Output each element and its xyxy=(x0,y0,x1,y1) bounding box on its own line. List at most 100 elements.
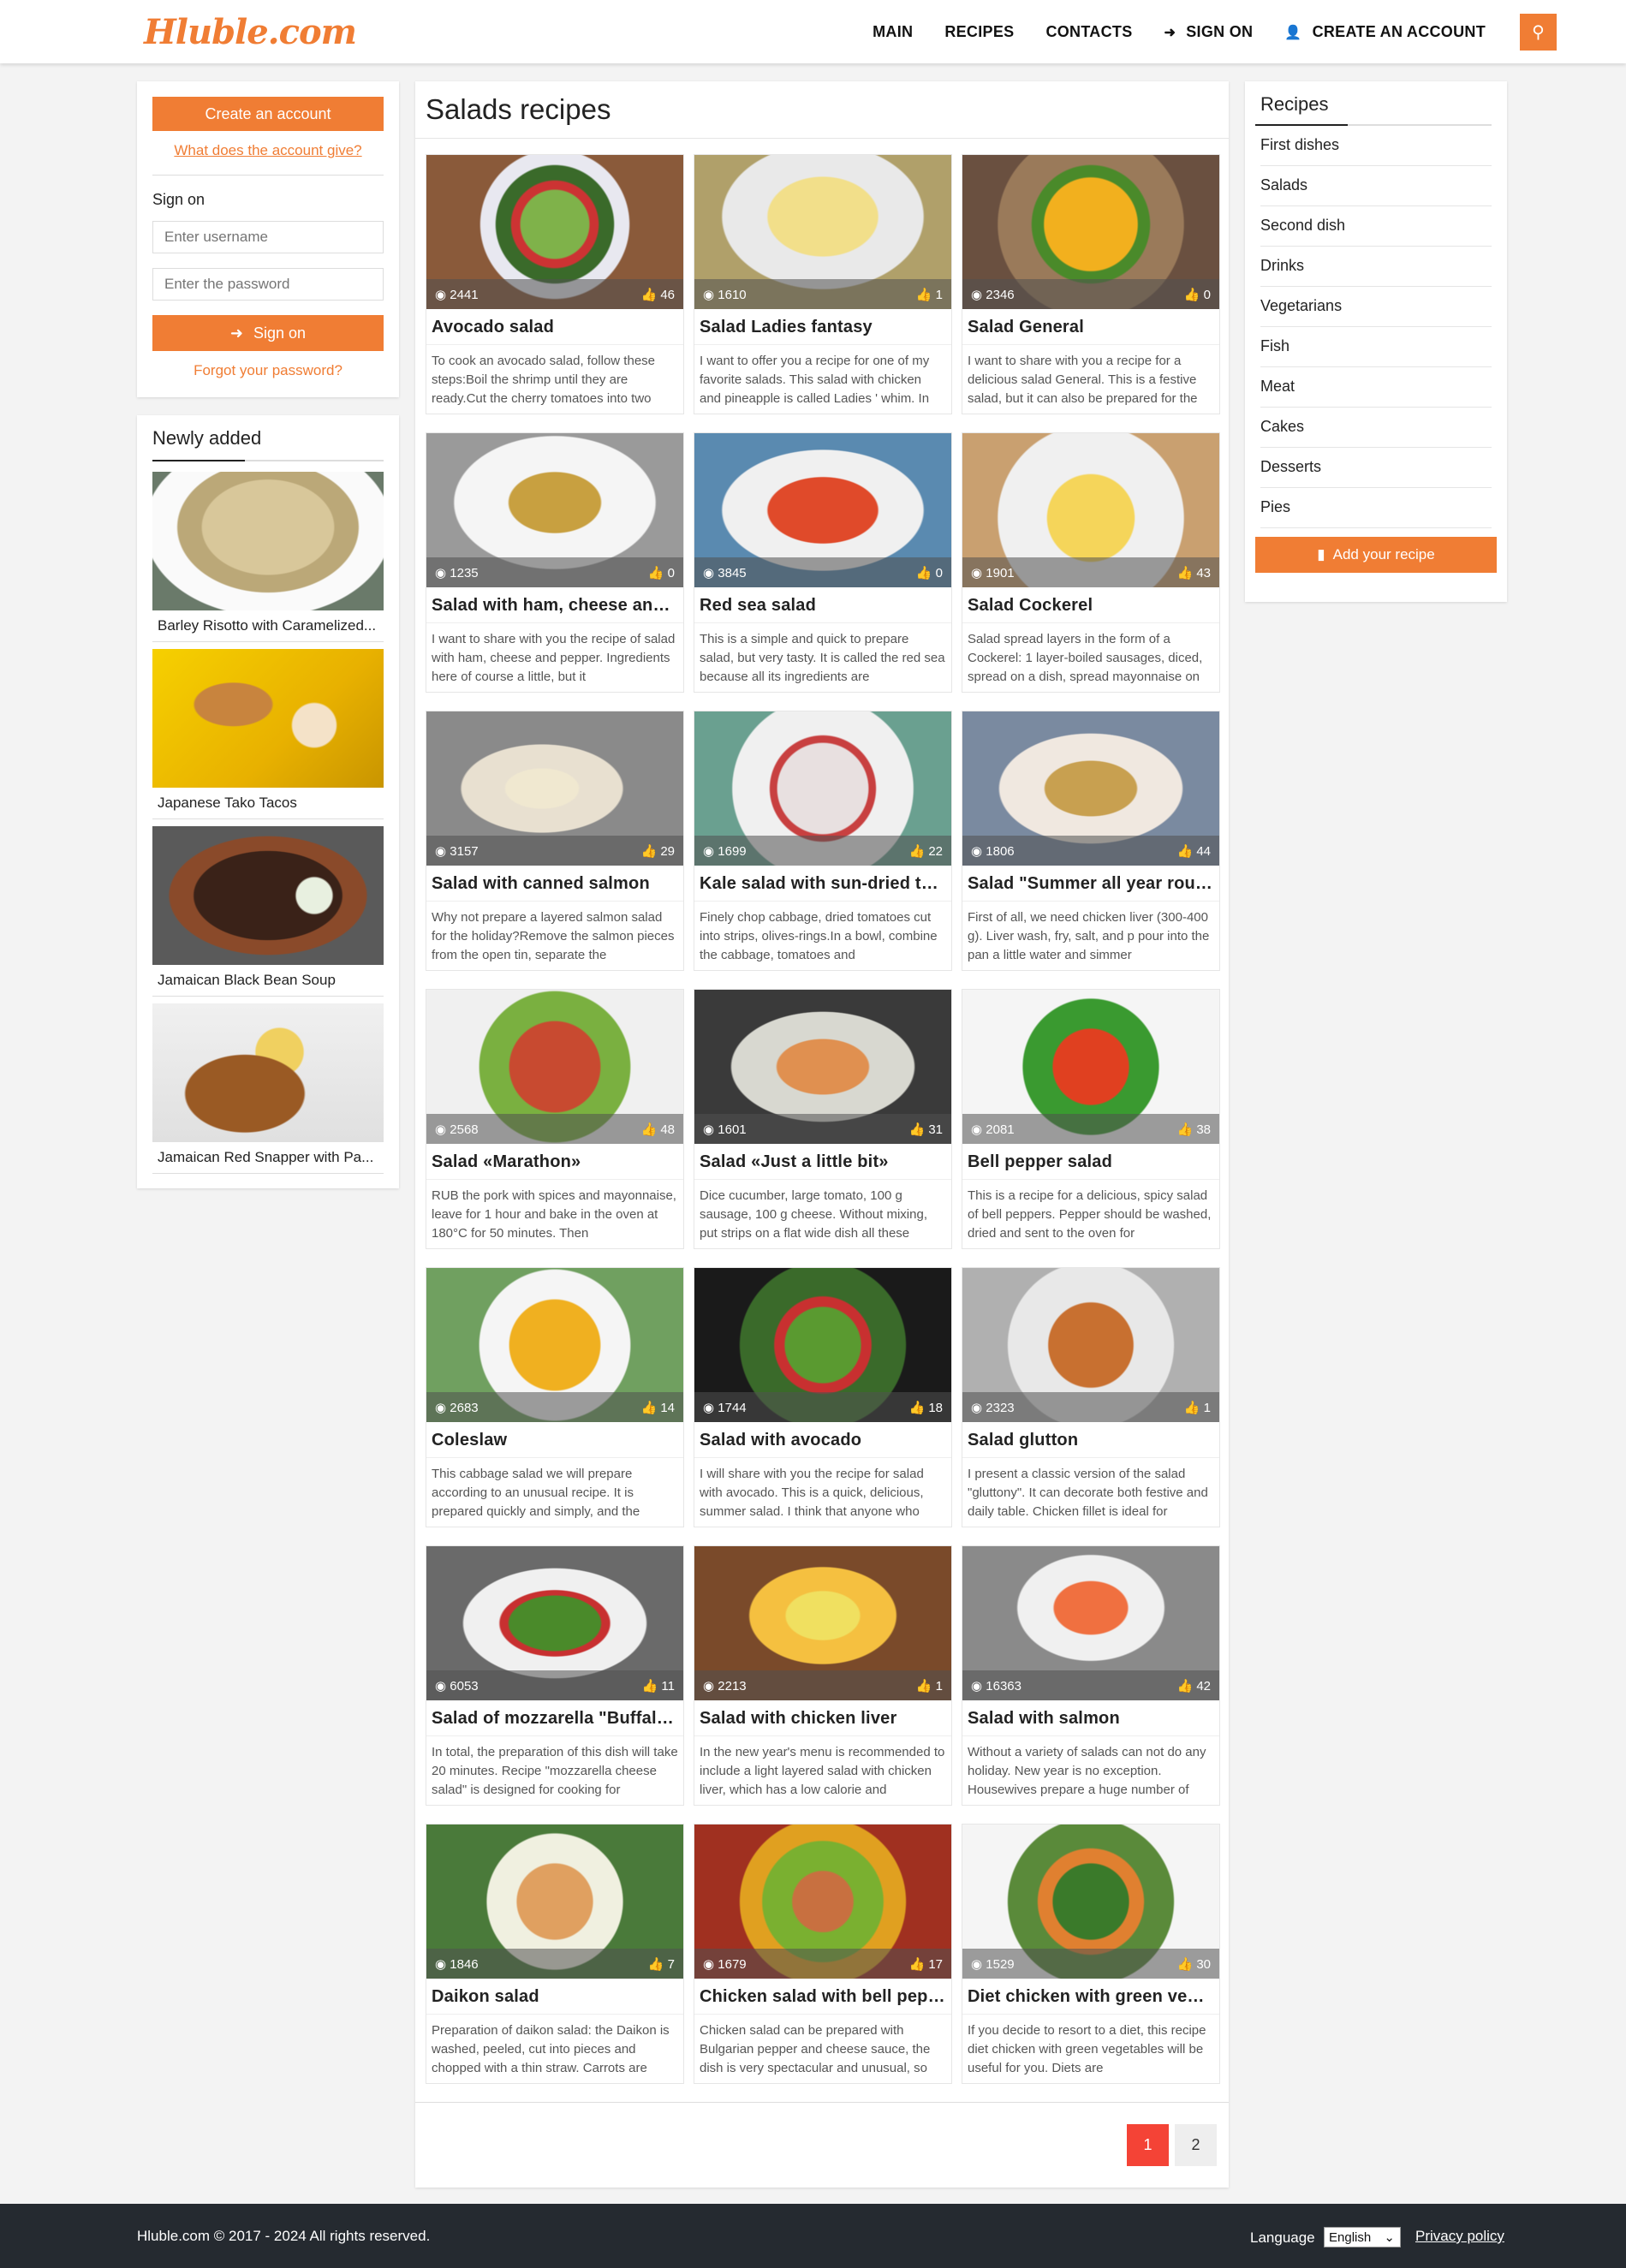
recipe-card[interactable]: ◉ 1699 👍 22 Kale salad with sun-dried tom.… xyxy=(694,711,952,971)
recipe-thumbnail xyxy=(152,472,384,610)
recipe-title[interactable]: Salad with ham, cheese and s... xyxy=(426,587,683,623)
list-item[interactable]: Barley Risotto with Caramelized... xyxy=(152,472,384,642)
views-count: ◉ 2213 xyxy=(703,1678,747,1694)
site-logo[interactable]: Hluble.com xyxy=(144,12,357,52)
recipe-card[interactable]: ◉ 2568 👍 48 Salad «Marathon» RUB the pork w… xyxy=(426,989,684,1249)
nav-create-account[interactable]: 👤 CREATE AN ACCOUNT xyxy=(1284,23,1486,41)
privacy-link[interactable]: Privacy policy xyxy=(1415,2228,1504,2245)
recipe-card[interactable]: ◉ 1679 👍 17 Chicken salad with bell pepper… xyxy=(694,1824,952,2084)
recipe-description: RUB the pork with spices and mayonnaise,… xyxy=(432,1188,676,1241)
likes-value: 11 xyxy=(661,1678,675,1694)
category-first-dishes[interactable]: First dishes xyxy=(1260,126,1492,166)
category-meat[interactable]: Meat xyxy=(1260,367,1492,408)
recipe-card[interactable]: ◉ 2323 👍 1 Salad glutton I present a classi… xyxy=(962,1267,1220,1527)
views-count: ◉ 2441 xyxy=(435,287,479,302)
recipe-card[interactable]: ◉ 2441 👍 46 Avocado salad To cook an avocad… xyxy=(426,154,684,414)
list-item[interactable]: Jamaican Red Snapper with Pa... xyxy=(152,1003,384,1174)
recipe-card[interactable]: ◉ 1529 👍 30 Diet chicken with green vegeta… xyxy=(962,1824,1220,2084)
page-2-button[interactable]: 2 xyxy=(1175,2124,1217,2166)
nav-recipes[interactable]: RECIPES xyxy=(944,23,1014,41)
recipe-card[interactable]: ◉ 2213 👍 1 Salad with chicken liver In the … xyxy=(694,1545,952,1806)
recipe-card[interactable]: ◉ 1846 👍 7 Daikon salad Preparation of daik… xyxy=(426,1824,684,2084)
recipe-title[interactable]: Kale salad with sun-dried tom... xyxy=(694,866,951,902)
recipe-card[interactable]: ◉ 1901 👍 43 Salad Cockerel Salad spread lay… xyxy=(962,432,1220,693)
create-account-button[interactable]: Create an account xyxy=(152,97,384,131)
category-vegetarians[interactable]: Vegetarians xyxy=(1260,287,1492,327)
recipe-title[interactable]: Salad "Summer all year round» xyxy=(962,866,1219,902)
category-fish[interactable]: Fish xyxy=(1260,327,1492,367)
thumbs-up-icon: 👍 xyxy=(641,1678,662,1694)
password-input[interactable] xyxy=(152,268,384,301)
add-recipe-button[interactable]: ▮ Add your recipe xyxy=(1255,537,1497,573)
recipe-title[interactable]: Salad with avocado xyxy=(694,1422,951,1458)
recipe-title[interactable]: Red sea salad xyxy=(694,587,951,623)
recipe-title[interactable]: Salad Ladies fantasy xyxy=(694,309,951,345)
recipe-title[interactable]: Avocado salad xyxy=(426,309,683,345)
recipe-title[interactable]: Salad of mozzarella "Buffalo" ... xyxy=(426,1700,683,1736)
recipe-title[interactable]: Salad with canned salmon xyxy=(426,866,683,902)
views-count: ◉ 2323 xyxy=(971,1400,1015,1415)
recipe-title[interactable]: Salad with salmon xyxy=(962,1700,1219,1736)
recipe-card[interactable]: ◉ 1610 👍 1 Salad Ladies fantasy I want to o… xyxy=(694,154,952,414)
recipe-title[interactable]: Chicken salad with bell pepper... xyxy=(694,1979,951,2015)
recipe-title[interactable]: Salad «Marathon» xyxy=(426,1144,683,1180)
recipe-card[interactable]: ◉ 1601 👍 31 Salad «Just a little bit» Dice … xyxy=(694,989,952,1249)
recipe-stats: ◉ 1699 👍 22 xyxy=(694,836,951,866)
likes-count: 👍 38 xyxy=(1176,1122,1211,1137)
list-item[interactable]: Jamaican Black Bean Soup xyxy=(152,826,384,997)
views-value: 1901 xyxy=(986,565,1015,580)
likes-value: 43 xyxy=(1196,565,1211,580)
nav-main[interactable]: MAIN xyxy=(873,23,913,41)
account-benefits-link[interactable]: What does the account give? xyxy=(152,142,384,159)
category-pies[interactable]: Pies xyxy=(1260,488,1492,528)
likes-value: 29 xyxy=(660,843,675,859)
recipe-title[interactable]: Daikon salad xyxy=(426,1979,683,2015)
search-button[interactable]: ⚲ xyxy=(1520,14,1557,51)
views-value: 1806 xyxy=(986,843,1015,859)
recipe-title[interactable]: Bell pepper salad xyxy=(962,1144,1219,1180)
likes-value: 42 xyxy=(1196,1678,1211,1694)
recipe-title[interactable]: Salad with chicken liver xyxy=(694,1700,951,1736)
recipe-description: I want to share with you a recipe for a … xyxy=(968,354,1198,406)
recipe-card[interactable]: ◉ 3157 👍 29 Salad with canned salmon Why no… xyxy=(426,711,684,971)
category-drinks[interactable]: Drinks xyxy=(1260,247,1492,287)
page-1-button[interactable]: 1 xyxy=(1127,2124,1169,2166)
views-value: 2346 xyxy=(986,287,1015,302)
recipe-card[interactable]: ◉ 2346 👍 0 Salad General I want to share wi… xyxy=(962,154,1220,414)
recipe-card[interactable]: ◉ 1235 👍 0 Salad with ham, cheese and s...… xyxy=(426,432,684,693)
recipe-title[interactable]: Salad Cockerel xyxy=(962,587,1219,623)
category-salads[interactable]: Salads xyxy=(1260,166,1492,206)
recipe-card[interactable]: ◉ 2081 👍 38 Bell pepper salad This is a rec… xyxy=(962,989,1220,1249)
recipe-stats: ◉ 1601 👍 31 xyxy=(694,1114,951,1144)
nav-sign-on[interactable]: ➜ SIGN ON xyxy=(1164,23,1254,41)
likes-count: 👍 17 xyxy=(908,1956,943,1972)
login-card: Create an account What does the account … xyxy=(137,81,399,397)
recipe-title[interactable]: Coleslaw xyxy=(426,1422,683,1458)
category-cakes[interactable]: Cakes xyxy=(1260,408,1492,448)
recipe-title[interactable]: Salad glutton xyxy=(962,1422,1219,1458)
nav-contacts[interactable]: CONTACTS xyxy=(1045,23,1132,41)
recipe-card[interactable]: ◉ 1806 👍 44 Salad "Summer all year round» F… xyxy=(962,711,1220,971)
category-second-dish[interactable]: Second dish xyxy=(1260,206,1492,247)
language-select[interactable]: English ⌄ xyxy=(1324,2227,1401,2247)
list-item[interactable]: Japanese Tako Tacos xyxy=(152,649,384,819)
sign-on-button[interactable]: ➜ Sign on xyxy=(152,315,384,351)
username-input[interactable] xyxy=(152,221,384,253)
recipe-card[interactable]: ◉ 16363 👍 42 Salad with salmon Without a va… xyxy=(962,1545,1220,1806)
recipe-title[interactable]: Diet chicken with green vegeta... xyxy=(962,1979,1219,2015)
views-value: 1846 xyxy=(450,1956,479,1972)
recipe-description: Chicken salad can be prepared with Bulga… xyxy=(700,2023,931,2075)
recipe-card[interactable]: ◉ 2683 👍 14 Coleslaw This cabbage salad we … xyxy=(426,1267,684,1527)
forgot-password-link[interactable]: Forgot your password? xyxy=(152,362,384,379)
recipe-description: I want to share with you the recipe of s… xyxy=(432,632,676,684)
recipe-card[interactable]: ◉ 6053 👍 11 Salad of mozzarella "Buffalo" … xyxy=(426,1545,684,1806)
recipe-card[interactable]: ◉ 3845 👍 0 Red sea salad This is a simple a… xyxy=(694,432,952,693)
recipe-title[interactable]: Salad «Just a little bit» xyxy=(694,1144,951,1180)
search-icon: ⚲ xyxy=(1532,23,1545,42)
likes-value: 17 xyxy=(928,1956,943,1972)
recipe-card[interactable]: ◉ 1744 👍 18 Salad with avocado I will share… xyxy=(694,1267,952,1527)
recipe-stats: ◉ 1744 👍 18 xyxy=(694,1392,951,1422)
recipe-title[interactable]: Salad General xyxy=(962,309,1219,345)
category-desserts[interactable]: Desserts xyxy=(1260,448,1492,488)
newly-added-label: Jamaican Red Snapper with Pa... xyxy=(152,1142,384,1174)
